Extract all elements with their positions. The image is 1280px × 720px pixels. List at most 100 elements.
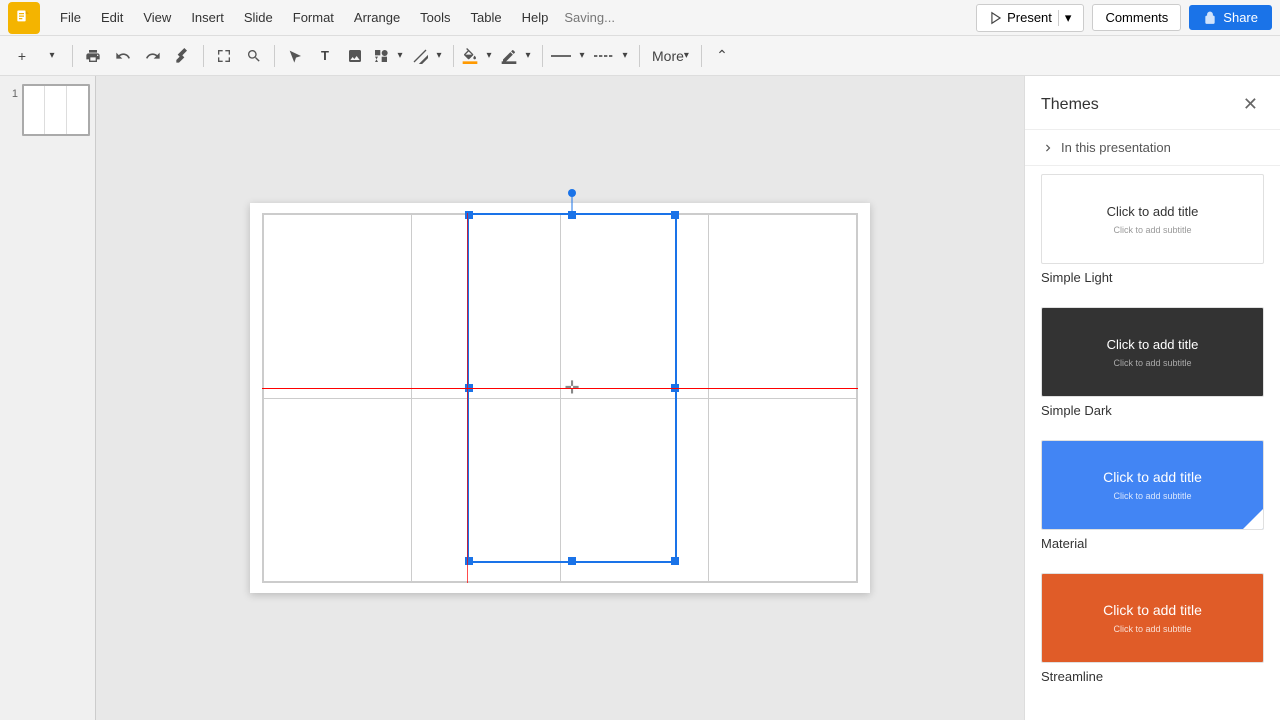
theme-name-simple-dark: Simple Dark (1041, 403, 1264, 418)
table-cell[interactable] (708, 215, 856, 399)
slide-thumb-container-1: 1 (4, 84, 91, 136)
theme-preview-material: Click to add title Click to add subtitle (1041, 440, 1264, 530)
add-slide-button[interactable]: + (8, 42, 36, 70)
line-button[interactable] (410, 42, 430, 70)
toolbar-separator-3 (274, 45, 275, 67)
redo-button[interactable] (139, 42, 167, 70)
topbar: File Edit View Insert Slide Format Arran… (0, 0, 1280, 36)
slide-thumbnail-1[interactable] (22, 84, 90, 136)
shape-button[interactable] (371, 42, 391, 70)
table-wrapper (262, 213, 858, 583)
toolbar: + ▾ T ▾ ▾ ▾ (0, 36, 1280, 76)
handle-top-mid[interactable] (568, 189, 576, 197)
slide-thumb-col-2 (45, 86, 66, 134)
theme-item-streamline[interactable]: Click to add title Click to add subtitle… (1025, 565, 1280, 698)
border-dash-dropdown-arrow[interactable]: ▾ (617, 42, 633, 70)
present-dropdown[interactable]: ▾ (1058, 10, 1072, 26)
border-dash-button[interactable] (592, 42, 616, 70)
fill-color-dropdown-arrow[interactable]: ▾ (481, 42, 497, 70)
theme-preview-simple-dark: Click to add title Click to add subtitle (1041, 307, 1264, 397)
theme-preview-subtitle-streamline: Click to add subtitle (1113, 624, 1191, 634)
share-label: Share (1223, 10, 1258, 25)
border-weight-dropdown: ▾ (549, 42, 590, 70)
table-row (264, 215, 857, 399)
table-cell[interactable] (264, 398, 412, 582)
add-slide-dropdown[interactable]: ▾ (38, 42, 66, 70)
main-content: 1 (0, 76, 1280, 720)
select-button[interactable] (281, 42, 309, 70)
theme-preview-simple-light: Click to add title Click to add subtitle (1041, 174, 1264, 264)
text-box-button[interactable]: T (311, 42, 339, 70)
table-cell[interactable] (264, 215, 412, 399)
slide-panel: 1 (0, 76, 96, 720)
line-dropdown-arrow[interactable]: ▾ (431, 42, 447, 70)
border-color-dropdown: ▾ (499, 42, 536, 70)
shape-dropdown-arrow[interactable]: ▾ (392, 42, 408, 70)
border-weight-dropdown-arrow[interactable]: ▾ (574, 42, 590, 70)
undo-button[interactable] (109, 42, 137, 70)
slide-thumb-col-3 (67, 86, 88, 134)
themes-panel-header: Themes ✕ (1025, 76, 1280, 130)
menu-file[interactable]: File (52, 6, 89, 29)
theme-preview-title-streamline: Click to add title (1103, 602, 1202, 618)
collapse-toolbar-button[interactable]: ⌃ (708, 42, 736, 70)
share-button[interactable]: Share (1189, 5, 1272, 30)
theme-item-simple-dark[interactable]: Click to add title Click to add subtitle… (1025, 299, 1280, 432)
theme-preview-streamline: Click to add title Click to add subtitle (1041, 573, 1264, 663)
more-label: More (652, 48, 684, 64)
present-button[interactable]: Present ▾ (976, 4, 1084, 32)
print-button[interactable] (79, 42, 107, 70)
slide-canvas: ✛ (250, 203, 870, 593)
in-presentation-item[interactable]: In this presentation (1025, 130, 1280, 166)
saving-status: Saving... (564, 10, 615, 25)
menu-help[interactable]: Help (514, 6, 557, 29)
theme-preview-title-simple-dark: Click to add title (1107, 337, 1199, 352)
menu-arrange[interactable]: Arrange (346, 6, 408, 29)
zoom-fit-button[interactable] (210, 42, 238, 70)
canvas-area[interactable]: ✛ (96, 76, 1024, 720)
theme-preview-subtitle-simple-light: Click to add subtitle (1113, 225, 1191, 235)
table-cell[interactable] (412, 215, 560, 399)
table-cell[interactable] (560, 398, 708, 582)
table-cell[interactable] (708, 398, 856, 582)
menu-edit[interactable]: Edit (93, 6, 131, 29)
selection-connector (572, 195, 573, 213)
table-cell[interactable] (560, 215, 708, 399)
theme-preview-title-simple-light: Click to add title (1107, 204, 1199, 219)
border-color-button[interactable] (499, 42, 519, 70)
menu-table[interactable]: Table (463, 6, 510, 29)
paint-format-button[interactable] (169, 42, 197, 70)
border-dash-dropdown: ▾ (592, 42, 633, 70)
fill-color-button[interactable] (460, 42, 480, 70)
toolbar-separator-5 (542, 45, 543, 67)
slide-thumb-col-1 (24, 86, 45, 134)
themes-panel: Themes ✕ In this presentation Click to a… (1024, 76, 1280, 720)
table-row (264, 398, 857, 582)
toolbar-separator-2 (203, 45, 204, 67)
insert-image-button[interactable] (341, 42, 369, 70)
border-color-dropdown-arrow[interactable]: ▾ (520, 42, 536, 70)
slide-number-1: 1 (4, 88, 18, 100)
menu-insert[interactable]: Insert (183, 6, 232, 29)
table-grid[interactable] (263, 214, 857, 582)
app-logo (8, 2, 40, 34)
themes-close-button[interactable]: ✕ (1237, 92, 1264, 117)
menu-tools[interactable]: Tools (412, 6, 458, 29)
menu-format[interactable]: Format (285, 6, 342, 29)
present-label: Present (1007, 10, 1052, 25)
menu-view[interactable]: View (135, 6, 179, 29)
more-button[interactable]: More ▾ (646, 42, 695, 70)
zoom-button[interactable] (240, 42, 268, 70)
in-presentation-label: In this presentation (1061, 140, 1171, 155)
menu-slide[interactable]: Slide (236, 6, 281, 29)
fill-color-dropdown: ▾ (460, 42, 497, 70)
border-weight-button[interactable] (549, 42, 573, 70)
comments-button[interactable]: Comments (1092, 4, 1181, 31)
theme-item-simple-light[interactable]: Click to add title Click to add subtitle… (1025, 166, 1280, 299)
theme-item-material[interactable]: Click to add title Click to add subtitle… (1025, 432, 1280, 565)
table-cell[interactable] (412, 398, 560, 582)
toolbar-separator-7 (701, 45, 702, 67)
comments-label: Comments (1105, 10, 1168, 25)
themes-panel-title: Themes (1041, 96, 1099, 114)
material-corner-decoration (1243, 509, 1263, 529)
